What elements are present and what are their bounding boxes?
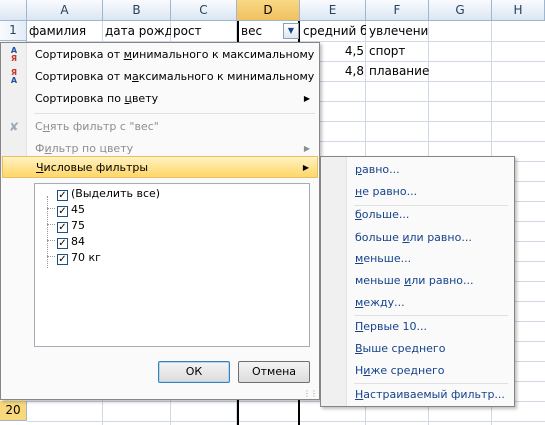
sort-a-to-z-icon: АЯ	[10, 46, 18, 63]
submenu-icon-strip	[321, 157, 347, 406]
sort-color-label-post: вету	[131, 92, 159, 105]
cell-f3[interactable]: плавание	[367, 61, 429, 81]
sort-descending-label-pre: Сортировка от м	[35, 70, 132, 83]
sort-ascending-label-post: инимального к максимальному	[131, 48, 315, 61]
value-label: 84	[71, 235, 85, 248]
sort-color-label-pre: Сортировка по	[35, 92, 125, 105]
clear-filter-label-post: ять фильтр с "вес"	[49, 120, 159, 133]
filter-greater-item[interactable]: больше...	[355, 205, 409, 225]
number-filters-submenu: равно... не равно... больше... больше ил…	[320, 156, 515, 407]
value-item[interactable]: ✓ 70 кг	[57, 250, 101, 266]
filter-above-average-item[interactable]: Выше среднего	[355, 339, 445, 359]
value-label: 75	[71, 219, 85, 232]
cell-c1[interactable]: рост	[171, 21, 237, 41]
filter-not-equals-item[interactable]: не равно...	[355, 182, 417, 202]
filter-less-item[interactable]: меньше...	[355, 249, 411, 269]
sort-ascending-label-key: м	[123, 48, 132, 61]
column-header-e[interactable]: E	[300, 0, 366, 21]
value-label: 70 кг	[71, 251, 101, 264]
filter-less-or-equal-item[interactable]: меньше или равно...	[355, 271, 474, 291]
clear-filter-item[interactable]: ✘ Снять фильтр с "вес"	[2, 116, 318, 138]
filter-greater-or-equal-item[interactable]: больше или равно...	[355, 228, 472, 248]
sort-by-color-item[interactable]: Сортировка по цвету ▶	[2, 88, 318, 110]
column-header-b[interactable]: B	[103, 0, 171, 21]
autofilter-menu: АЯ Сортировка от минимального к максимал…	[0, 42, 320, 400]
value-label: (Выделить все)	[71, 187, 161, 200]
number-filters-item[interactable]: Числовые фильтры ▶	[2, 156, 318, 178]
cell-f1[interactable]: увлечения	[367, 21, 429, 41]
filter-dropdown-button[interactable]: ▼	[283, 23, 299, 39]
resize-grip-icon[interactable]: ⋮⋮	[303, 389, 318, 398]
clear-filter-icon: ✘	[8, 120, 20, 134]
filter-color-label-key: и	[44, 142, 52, 155]
checkbox-checked-icon[interactable]: ✓	[57, 222, 68, 233]
submenu-arrow-icon: ▶	[303, 94, 310, 103]
number-filters-label-post: исловые фильтры	[43, 161, 149, 174]
sort-ascending-item[interactable]: АЯ Сортировка от минимального к максимал…	[2, 44, 318, 66]
cell-a1[interactable]: фамилия	[27, 21, 103, 41]
column-header-c[interactable]: C	[171, 0, 237, 21]
clear-filter-label-key: н	[42, 120, 50, 133]
checkbox-checked-icon[interactable]: ✓	[57, 190, 68, 201]
filter-between-item[interactable]: между...	[355, 293, 405, 313]
column-header-d[interactable]: D	[237, 0, 300, 21]
checkbox-checked-icon[interactable]: ✓	[57, 238, 68, 249]
ok-button[interactable]: ОК	[158, 361, 230, 383]
filter-equals-item[interactable]: равно...	[355, 160, 400, 180]
filter-top-10-item[interactable]: Первые 10...	[355, 317, 427, 337]
dropdown-arrow-icon: ▼	[287, 26, 295, 35]
row-header-20[interactable]: 20	[0, 401, 27, 421]
row-header-1[interactable]: 1	[0, 21, 27, 41]
sort-color-label-key: ц	[124, 92, 132, 105]
cell-d1[interactable]: вес	[239, 21, 283, 41]
filter-values-list[interactable]: ✓ (Выделить все) ✓ 45 ✓ 75 ✓ 84 ✓ 70 кг	[34, 183, 310, 347]
filter-below-average-item[interactable]: Ниже среднего	[355, 361, 444, 381]
submenu-arrow-icon: ▶	[302, 163, 309, 172]
value-item[interactable]: ✓ 84	[57, 234, 85, 250]
column-header-g[interactable]: G	[429, 0, 492, 21]
cell-e1[interactable]: средний б	[301, 21, 366, 41]
clear-filter-label-pre: С	[35, 120, 43, 133]
select-all-corner[interactable]	[0, 0, 27, 21]
filter-color-label-post: льтр по цвету	[51, 142, 134, 155]
sort-descending-item[interactable]: ЯА Сортировка от максимального к минимал…	[2, 66, 318, 88]
number-filters-label-key: Ч	[36, 161, 44, 174]
sort-z-to-a-icon: ЯА	[10, 68, 18, 85]
checkbox-checked-icon[interactable]: ✓	[57, 254, 68, 265]
cell-b1[interactable]: дата рожде	[103, 21, 171, 41]
checkbox-checked-icon[interactable]: ✓	[57, 206, 68, 217]
column-header-f[interactable]: F	[366, 0, 429, 21]
sort-descending-label-post: ксимального к минимальному	[138, 70, 315, 83]
sort-descending-label-key: а	[131, 70, 139, 83]
value-select-all[interactable]: ✓ (Выделить все)	[57, 186, 160, 202]
cell-f2[interactable]: спорт	[367, 41, 429, 61]
sort-ascending-label-pre: Сортировка от	[35, 48, 124, 61]
custom-filter-item[interactable]: Настраиваемый фильтр...	[355, 385, 505, 405]
column-header-a[interactable]: A	[27, 0, 103, 21]
value-item[interactable]: ✓ 45	[57, 202, 85, 218]
column-header-h[interactable]: H	[492, 0, 545, 21]
value-item[interactable]: ✓ 75	[57, 218, 85, 234]
value-label: 45	[71, 203, 85, 216]
cancel-button[interactable]: Отмена	[238, 361, 310, 383]
